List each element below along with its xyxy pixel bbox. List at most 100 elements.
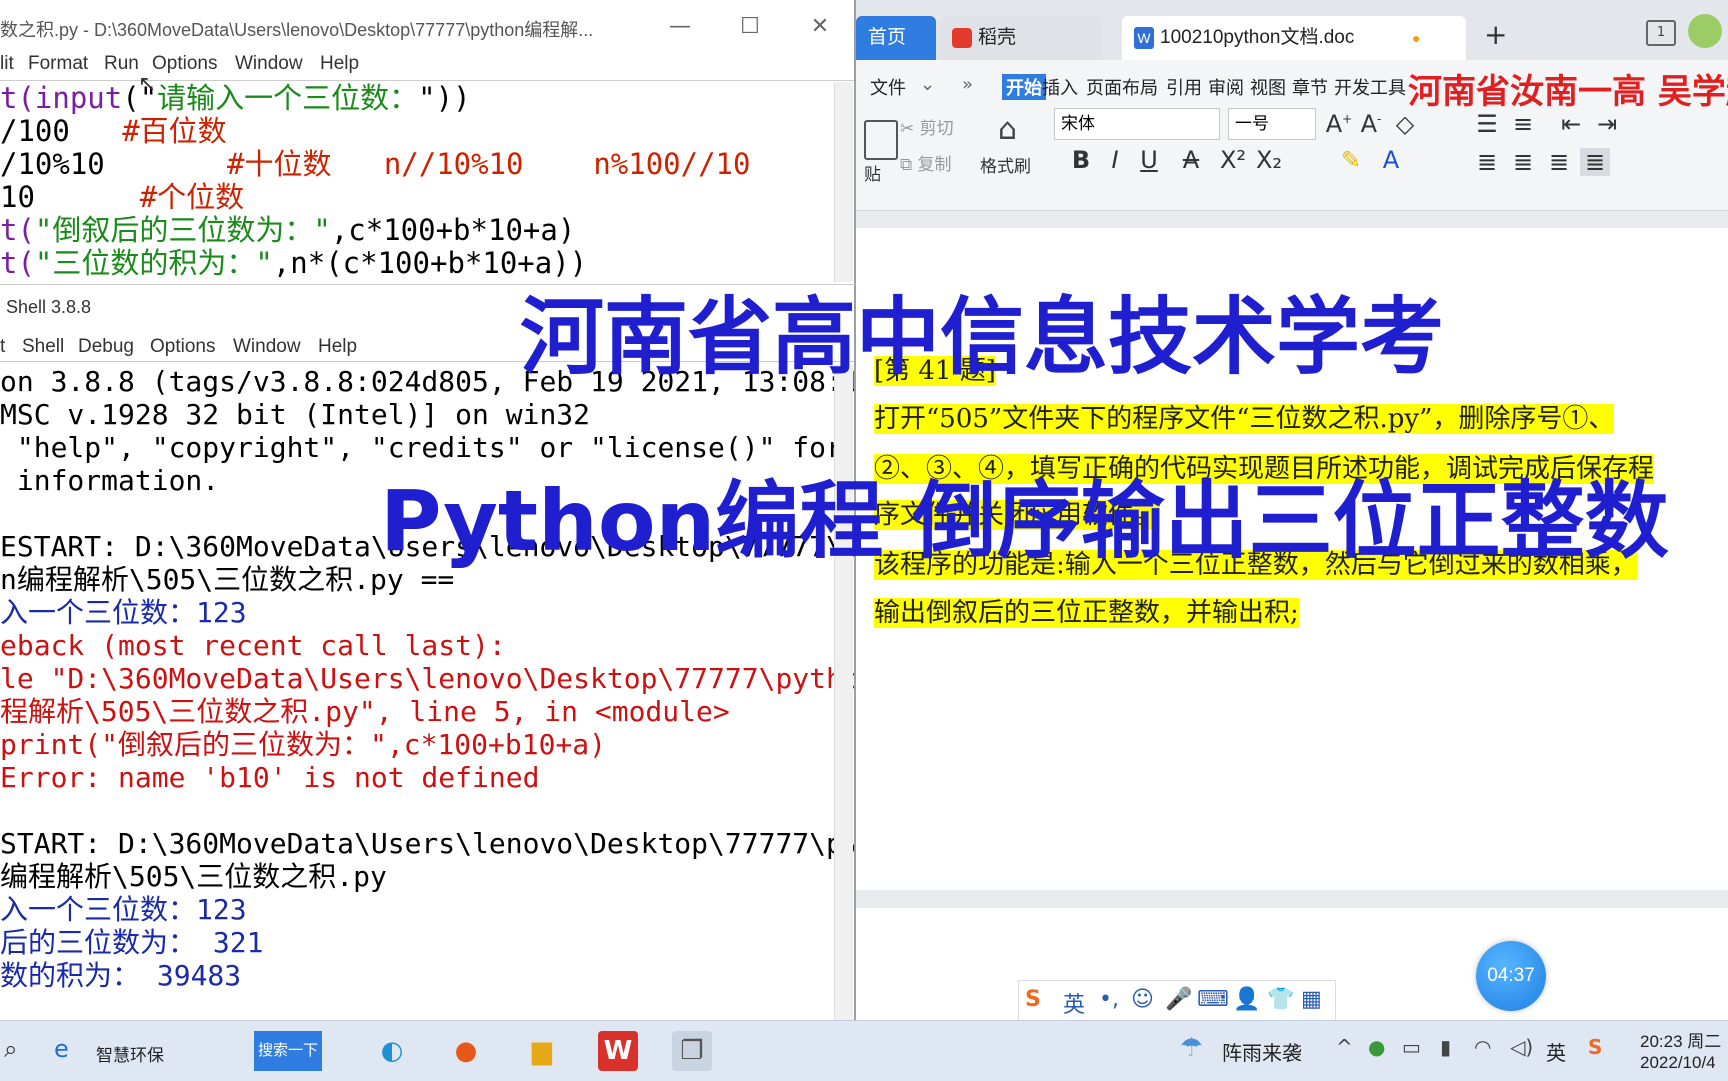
format-painter-icon[interactable]: ⌂ [998,112,1017,147]
code-line-4: 10 #个位数 [0,180,245,214]
font-color-icon[interactable]: A [1376,146,1406,174]
menu-format[interactable]: Format [28,53,88,75]
skin-icon[interactable]: 👕 [1267,987,1294,1012]
battery-icon[interactable]: ▭ [1402,1035,1421,1059]
highlight-icon[interactable]: ✎ [1336,146,1366,174]
code-area[interactable]: t(input("请输入一个三位数：")) /100 #百位数 /10%10 #… [0,82,834,282]
wifi-icon[interactable]: ◠ [1474,1035,1491,1059]
firefox-icon[interactable]: ● [446,1031,486,1071]
more-chevron-icon[interactable]: » [962,74,973,95]
menu-insert[interactable]: 插入 [1042,74,1078,100]
volume-icon[interactable]: ◁) [1510,1035,1533,1059]
close-icon[interactable]: ✕ [800,10,840,44]
menu-help[interactable]: Help [320,53,359,75]
outdent-icon[interactable]: ⇤ [1556,110,1586,138]
edge-widget-label[interactable]: 智慧环保 [96,1041,164,1066]
microphone-icon[interactable]: 🎤 [1165,987,1192,1012]
workspace-icon[interactable]: 1 [1646,20,1676,46]
menu-layout[interactable]: 页面布局 [1086,74,1158,100]
clear-format-icon[interactable]: ◇ [1390,110,1420,138]
shell-menu-debug[interactable]: Debug [78,336,134,358]
underline-icon[interactable]: U [1134,146,1164,174]
taskbar: ⌕ e 智慧环保 搜索一下 ◐ ● ▆ W ❐ ☂ 阵雨来袭 ^ ● ▭ ▮ ◠… [0,1020,1728,1081]
indent-icon[interactable]: ⇥ [1592,110,1622,138]
menu-edit[interactable]: lit [0,53,14,75]
superscript-icon[interactable]: X² [1218,146,1248,174]
tab-daoke-label: 稻壳 [978,27,1017,48]
paste-icon[interactable] [864,120,898,160]
sogou-tray-icon[interactable]: S [1588,1035,1602,1059]
bold-icon[interactable]: B [1066,146,1096,174]
align-right-icon[interactable]: ≣ [1544,148,1574,176]
cut-button[interactable]: ✂ 剪切 [900,114,954,139]
copy-button[interactable]: ⧉ 复制 [900,150,952,175]
punctuation-icon[interactable]: •, [1099,987,1119,1012]
search-icon[interactable]: ⌕ [4,1035,17,1063]
emoji-icon[interactable]: ☺ [1131,987,1154,1012]
shell-menu-options[interactable]: Options [150,336,215,358]
chevron-up-icon[interactable]: ^ [1336,1035,1353,1059]
menu-window[interactable]: Window [235,53,303,75]
chevron-down-icon[interactable]: ⌄ [920,74,935,95]
tab-document[interactable]: W 100210python文档.doc ● [1122,16,1466,60]
menu-view[interactable]: 视图 [1250,74,1286,100]
align-left-icon[interactable]: ≣ [1472,148,1502,176]
shrink-font-icon[interactable]: A- [1356,110,1386,138]
clock-time[interactable]: 20:23 周二 [1640,1027,1721,1052]
clock-date[interactable]: 2022/10/4 [1640,1053,1716,1073]
menu-options[interactable]: Options [152,53,217,75]
ime-toolbar[interactable]: S 英 •, ☺ 🎤 ⌨ 👤 👕 ▦ [1018,980,1336,1022]
mic-tray-icon[interactable]: ▮ [1440,1035,1451,1059]
format-painter-label[interactable]: 格式刷 [980,152,1031,177]
menu-reference[interactable]: 引用 [1166,74,1202,100]
sogou-icon: S [1025,987,1041,1012]
font-family-select[interactable]: 宋体 [1054,108,1220,140]
editor-titlebar[interactable]: 数之积.py - D:\360MoveData\Users\lenovo\Des… [0,0,854,54]
grow-font-icon[interactable]: A+ [1324,110,1354,138]
weather-text[interactable]: 阵雨来袭 [1222,1037,1302,1066]
menu-run[interactable]: Run [104,53,139,75]
keyboard-icon[interactable]: ⌨ [1197,987,1229,1012]
shell-line: eback (most recent call last): [0,629,506,662]
menu-file[interactable]: 文件 [870,74,906,100]
grid-icon[interactable]: ▦ [1301,987,1322,1012]
shell-menu-window[interactable]: Window [233,336,301,358]
edge-icon[interactable]: ◐ [372,1031,412,1071]
justify-icon[interactable]: ≣ [1580,148,1610,176]
menu-developer[interactable]: 开发工具 [1334,74,1406,100]
shell-menu-shell[interactable]: Shell [22,336,64,358]
align-center-icon[interactable]: ≣ [1508,148,1538,176]
timer-badge[interactable]: 04:37 [1476,941,1546,1011]
avatar[interactable] [1688,14,1722,48]
minimize-icon[interactable]: — [660,10,700,44]
user-icon[interactable]: 👤 [1233,987,1260,1012]
menu-chapter[interactable]: 章节 [1292,74,1328,100]
shell-menu-help[interactable]: Help [318,336,357,358]
font-size-select[interactable]: 一号 [1228,108,1316,140]
wps-icon[interactable]: W [598,1031,638,1071]
maximize-icon[interactable]: ☐ [730,10,770,44]
editor-scrollbar[interactable] [834,82,853,282]
search-button[interactable]: 搜索一下 [254,1031,322,1071]
menu-start[interactable]: 开始 [1002,74,1046,100]
subscript-icon[interactable]: X₂ [1254,146,1284,174]
shell-title: Shell 3.8.8 [6,297,92,317]
python-file-icon[interactable]: ❐ [672,1031,712,1071]
ie-icon[interactable]: e [54,1035,69,1063]
bullet-list-icon[interactable]: ☰ [1472,110,1502,138]
tab-document-label: 100210python文档.doc [1160,27,1355,48]
security-icon[interactable]: ● [1368,1035,1385,1059]
shell-menu-edit[interactable]: t [0,336,5,358]
file-explorer-icon[interactable]: ▆ [522,1031,562,1071]
italic-icon[interactable]: I [1100,146,1130,174]
tab-daoke[interactable]: 稻壳 [940,16,1102,60]
strikethrough-icon[interactable]: A [1176,146,1206,174]
ime-language[interactable]: 英 [1063,987,1085,1019]
new-tab-button[interactable]: + [1484,18,1507,51]
tab-home[interactable]: 首页 [856,16,936,60]
numbered-list-icon[interactable]: ≡ [1508,110,1538,138]
menu-review[interactable]: 审阅 [1208,74,1244,100]
ime-indicator[interactable]: 英 [1546,1037,1566,1066]
shell-line: 编程解析\505\三位数之积.py [0,860,387,893]
paste-label[interactable]: 贴 [864,160,881,185]
